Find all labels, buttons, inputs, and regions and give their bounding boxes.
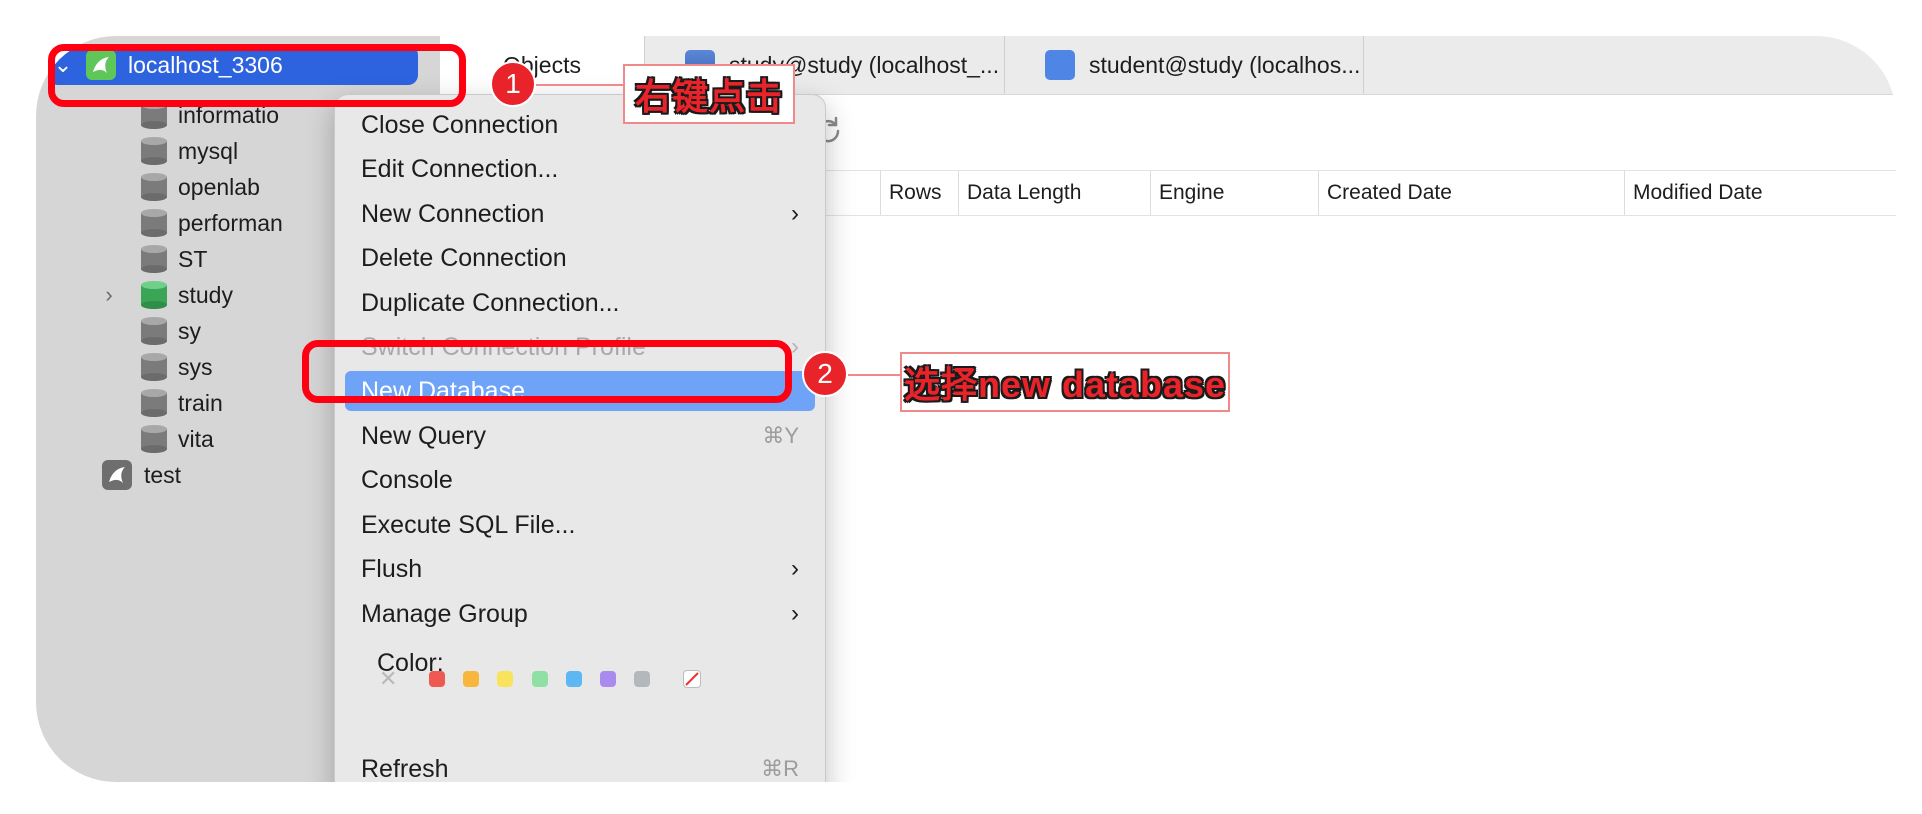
- color-swatch-yellow[interactable]: [497, 671, 513, 687]
- no-color-icon[interactable]: ✕: [379, 668, 399, 690]
- menu-item-new-connection[interactable]: New Connection ›: [345, 194, 815, 234]
- menu-label: Flush: [361, 554, 423, 583]
- database-open-icon: [141, 281, 167, 309]
- sidebar-db-study[interactable]: › study: [96, 275, 233, 315]
- menu-item-edit-connection[interactable]: Edit Connection...: [345, 149, 815, 189]
- database-icon: [141, 173, 167, 201]
- menu-label: New Query: [361, 421, 487, 450]
- menu-label: Edit Connection...: [361, 154, 559, 183]
- sidebar-db-performance-schema[interactable]: performan: [140, 203, 283, 243]
- database-icon: [141, 137, 167, 165]
- sidebar-db-mysql[interactable]: mysql: [140, 131, 238, 171]
- menu-label: Duplicate Connection...: [361, 288, 620, 317]
- menu-item-delete-connection[interactable]: Delete Connection: [345, 238, 815, 278]
- menu-item-execute-sql-file[interactable]: Execute SQL File...: [345, 505, 815, 545]
- chevron-right-icon: ›: [791, 600, 799, 627]
- db-label: ST: [178, 245, 208, 272]
- color-swatch-orange[interactable]: [463, 671, 479, 687]
- db-label: performan: [178, 209, 283, 236]
- column-rows[interactable]: Rows: [880, 171, 967, 215]
- connection-label: test: [144, 461, 182, 488]
- color-swatch-gray[interactable]: [634, 671, 650, 687]
- sidebar-db-st[interactable]: ST: [140, 239, 207, 279]
- shortcut-label: ⌘R: [761, 756, 799, 781]
- menu-label: Delete Connection: [361, 243, 567, 272]
- db-label: train: [178, 389, 223, 416]
- sidebar-db-sys[interactable]: sys: [140, 347, 213, 387]
- sidebar-connection-test[interactable]: test: [102, 455, 181, 495]
- db-label: sys: [178, 353, 213, 380]
- db-label: vita: [178, 425, 214, 452]
- db-label: study: [178, 281, 233, 308]
- annotation-callout-1: 右键点击: [623, 64, 795, 124]
- step-badge-2: 2: [802, 351, 848, 397]
- db-label: mysql: [178, 137, 239, 164]
- chevron-right-icon[interactable]: ›: [96, 282, 122, 308]
- menu-label: Manage Group: [361, 599, 528, 628]
- db-label: sy: [178, 317, 201, 344]
- menu-item-new-query[interactable]: New Query ⌘Y: [345, 416, 815, 456]
- tab-student-table[interactable]: student@study (localhos...: [1004, 36, 1364, 94]
- step-badge-1: 1: [490, 61, 536, 107]
- callout-leader-1: [536, 84, 624, 86]
- menu-item-console[interactable]: Console: [345, 460, 815, 500]
- color-swatch-green[interactable]: [532, 671, 548, 687]
- chevron-right-icon: ›: [791, 200, 799, 227]
- color-swatch-blue[interactable]: [566, 671, 582, 687]
- highlight-box-connection: [48, 44, 466, 107]
- custom-color-icon[interactable]: [683, 670, 701, 688]
- column-data-length[interactable]: Data Length: [958, 171, 1159, 215]
- menu-item-flush[interactable]: Flush ›: [345, 549, 815, 589]
- highlight-box-new-database: [302, 340, 792, 403]
- sidebar-db-vita[interactable]: vita: [140, 419, 214, 459]
- tab-label: student@study (localhos...: [1089, 51, 1361, 78]
- column-created-date[interactable]: Created Date: [1318, 171, 1633, 215]
- shortcut-label: ⌘Y: [762, 423, 799, 448]
- menu-label: New Connection: [361, 199, 545, 228]
- menu-item-refresh[interactable]: Refresh ⌘R: [345, 749, 815, 783]
- menu-item-manage-group[interactable]: Manage Group ›: [345, 594, 815, 634]
- menu-label: Refresh: [361, 754, 449, 783]
- sidebar-db-sy[interactable]: sy: [140, 311, 201, 351]
- database-icon: [141, 317, 167, 345]
- database-icon: [141, 245, 167, 273]
- callout-leader-2: [848, 374, 900, 376]
- chevron-right-icon: ›: [791, 333, 799, 360]
- chevron-right-icon: ›: [791, 555, 799, 582]
- color-swatch-purple[interactable]: [600, 671, 616, 687]
- sidebar-db-openlab[interactable]: openlab: [140, 167, 260, 207]
- menu-label: Close Connection: [361, 110, 559, 139]
- database-icon: [141, 389, 167, 417]
- column-modified-date[interactable]: Modified Date: [1624, 171, 1896, 215]
- database-icon: [141, 209, 167, 237]
- column-engine[interactable]: Engine: [1150, 171, 1327, 215]
- database-icon: [141, 353, 167, 381]
- menu-label: Console: [361, 465, 453, 494]
- menu-item-duplicate-connection[interactable]: Duplicate Connection...: [345, 283, 815, 323]
- context-menu: Close Connection Edit Connection... New …: [334, 94, 826, 782]
- database-icon: [141, 425, 167, 453]
- table-icon: [1045, 50, 1075, 80]
- mysql-connection-icon: [102, 460, 132, 490]
- sidebar-db-train[interactable]: train: [140, 383, 223, 423]
- db-label: openlab: [178, 173, 260, 200]
- annotation-callout-2: 选择new database: [900, 352, 1230, 412]
- color-swatch-red[interactable]: [429, 671, 445, 687]
- menu-label: Execute SQL File...: [361, 510, 576, 539]
